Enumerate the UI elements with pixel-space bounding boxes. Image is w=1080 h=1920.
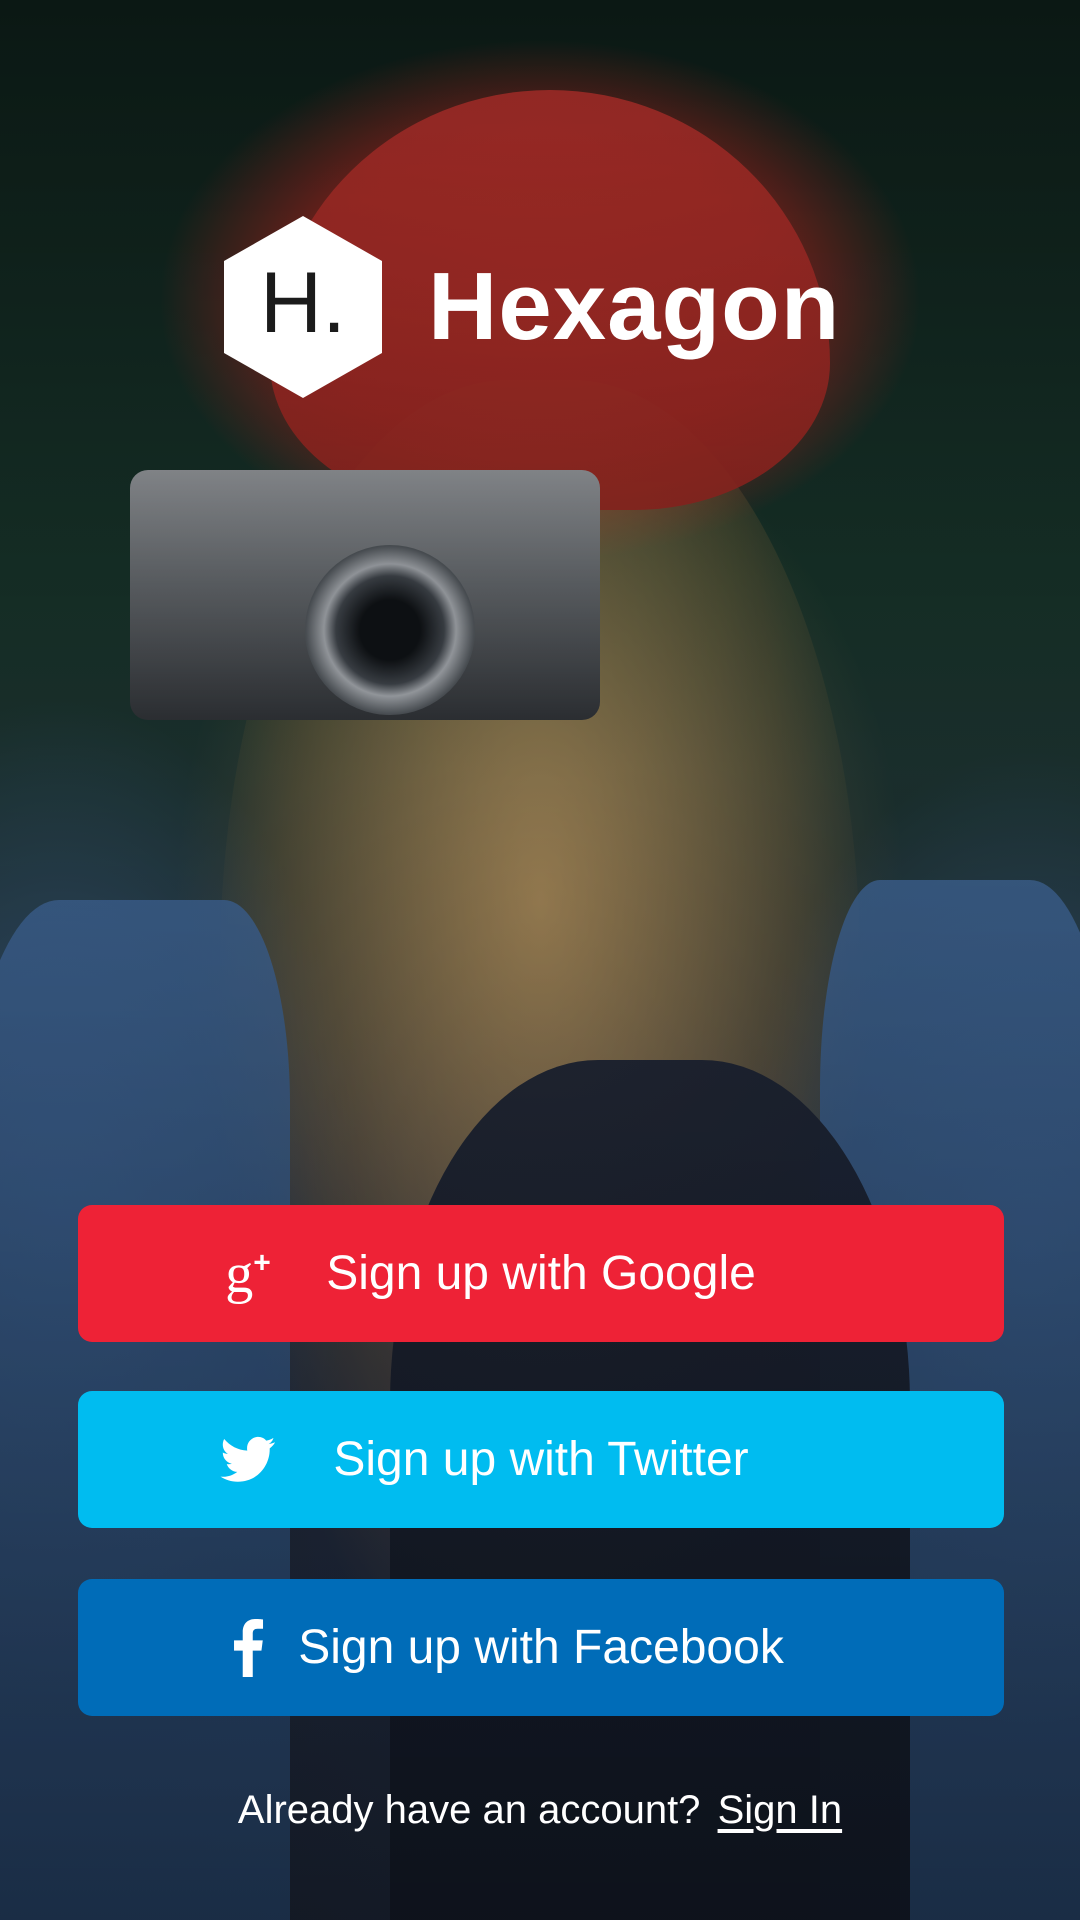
- sign-up-twitter-label: Sign up with Twitter: [333, 1433, 749, 1486]
- signup-screen: H. Hexagon g+ Sign up with Google Sign u…: [0, 0, 1080, 1920]
- sign-up-twitter-button[interactable]: Sign up with Twitter: [78, 1391, 1004, 1528]
- sign-up-facebook-button[interactable]: Sign up with Facebook: [78, 1579, 1004, 1716]
- sign-up-google-label: Sign up with Google: [326, 1247, 756, 1300]
- google-plus-icon: g+: [225, 1242, 271, 1305]
- sign-up-facebook-label: Sign up with Facebook: [298, 1621, 784, 1674]
- sign-in-prompt: Already have an account? Sign In: [0, 1788, 1080, 1833]
- logo-letter: H.: [260, 255, 346, 351]
- sign-in-prompt-text: Already have an account?: [237, 1788, 701, 1832]
- sign-in-link[interactable]: Sign In: [718, 1788, 843, 1832]
- hexagon-logo-icon: H.: [218, 212, 388, 402]
- app-logo: H. Hexagon: [218, 212, 840, 402]
- brand-name: Hexagon: [428, 253, 841, 360]
- twitter-bird-icon: [218, 1430, 278, 1490]
- facebook-f-icon: [218, 1618, 278, 1678]
- sign-up-google-button[interactable]: g+ Sign up with Google: [78, 1205, 1004, 1342]
